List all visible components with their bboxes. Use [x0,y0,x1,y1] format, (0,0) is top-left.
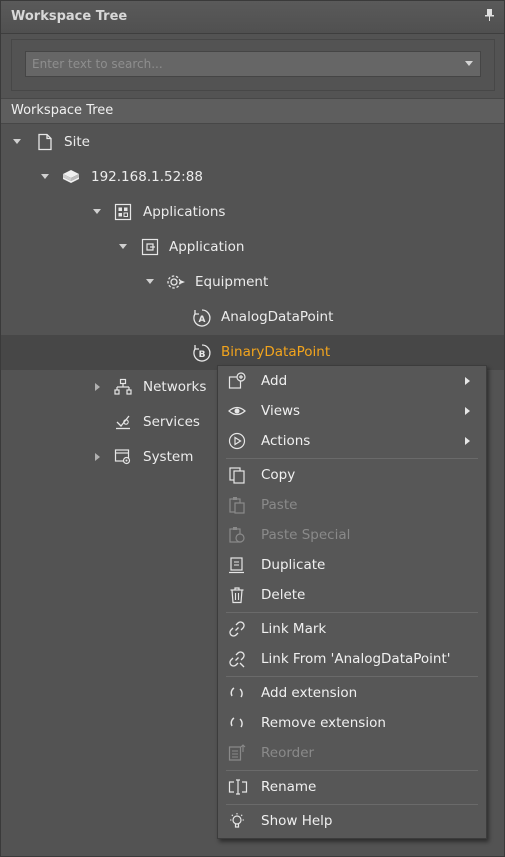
tree-item-equipment[interactable]: Equipment [1,265,504,300]
menu-item-label: Link Mark [261,621,327,637]
menu-item-label: Reorder [261,745,315,761]
submenu-arrow-icon [465,377,470,385]
link-icon [228,620,246,638]
system-icon [114,448,132,466]
lightbulb-icon [228,812,246,830]
eye-icon [228,402,246,420]
panel-title: Workspace Tree [11,9,128,24]
menu-item-paste[interactable]: Paste [218,490,486,520]
tree-item-label: 192.168.1.52:88 [91,169,203,185]
tree-item-label: BinaryDataPoint [221,344,331,360]
server-stack-icon [61,168,79,186]
tree-item-label: Applications [143,204,226,220]
add-icon [228,372,246,390]
tree-section-header: Workspace Tree [1,98,504,124]
tree-item-analog-data-point[interactable]: A AnalogDataPoint [1,300,504,335]
menu-item-label: Paste Special [261,527,351,543]
play-circle-icon [228,432,246,450]
menu-separator [226,458,478,459]
search-dropdown-icon[interactable] [465,61,473,66]
equipment-gear-icon [165,273,185,291]
expand-toggle-icon[interactable] [146,279,154,284]
svg-text:B: B [199,350,206,360]
submenu-arrow-icon [465,407,470,415]
expand-toggle-icon[interactable] [93,209,101,214]
svg-text:A: A [199,315,206,325]
binary-point-icon: B [192,343,211,362]
applications-grid-icon [114,203,132,221]
search-input[interactable] [26,52,462,76]
menu-item-paste-special[interactable]: Paste Special [218,520,486,550]
menu-item-label: Copy [261,467,296,483]
copy-icon [228,466,246,484]
extension-icon [228,684,246,702]
menu-item-label: Add [261,373,288,389]
section-header-label: Workspace Tree [11,103,114,118]
menu-item-label: Views [261,403,301,419]
link-from-icon [228,650,246,668]
menu-item-label: Duplicate [261,557,326,573]
menu-item-label: Actions [261,433,311,449]
menu-item-label: Rename [261,779,317,795]
paste-special-icon [228,526,246,544]
tree-item-applications[interactable]: Applications [1,195,504,230]
menu-item-add-extension[interactable]: Add extension [218,678,486,708]
tree-item-label: System [143,449,194,465]
menu-item-views[interactable]: Views [218,396,486,426]
expand-toggle-icon[interactable] [119,244,127,249]
menu-item-label: Link From 'AnalogDataPoint' [261,651,451,667]
expand-toggle-icon[interactable] [13,139,21,144]
expand-toggle-icon[interactable] [95,383,100,391]
expand-toggle-icon[interactable] [95,453,100,461]
tree-item-host[interactable]: 192.168.1.52:88 [1,160,504,195]
workspace-tree-panel: Workspace Tree Workspace Tree Site 192.1… [0,0,505,857]
search-box[interactable] [25,51,481,77]
menu-item-delete[interactable]: Delete [218,580,486,610]
context-menu: Add Views Actions Copy Paste Paste Speci… [217,365,487,839]
menu-item-link-from[interactable]: Link From 'AnalogDataPoint' [218,644,486,674]
menu-item-remove-extension[interactable]: Remove extension [218,708,486,738]
menu-item-label: Delete [261,587,306,603]
menu-item-copy[interactable]: Copy [218,460,486,490]
tree-item-label: Equipment [195,274,269,290]
tree-item-site[interactable]: Site [1,125,504,160]
analog-point-icon: A [192,308,211,327]
tree-item-application[interactable]: Application [1,230,504,265]
extension-icon [228,714,246,732]
menu-item-duplicate[interactable]: Duplicate [218,550,486,580]
menu-item-label: Paste [261,497,298,513]
application-icon [141,238,159,256]
menu-item-actions[interactable]: Actions [218,426,486,456]
tree-item-label: AnalogDataPoint [221,309,334,325]
menu-item-label: Show Help [261,813,333,829]
rename-icon [228,778,248,796]
menu-separator [226,804,478,805]
menu-separator [226,770,478,771]
expand-toggle-icon[interactable] [41,174,49,179]
tree-item-label: Networks [143,379,207,395]
submenu-arrow-icon [465,437,470,445]
menu-item-label: Remove extension [261,715,386,731]
menu-item-add[interactable]: Add [218,366,486,396]
menu-separator [226,612,478,613]
tree-item-label: Application [169,239,245,255]
menu-item-rename[interactable]: Rename [218,772,486,802]
menu-item-reorder[interactable]: Reorder [218,738,486,768]
network-icon [114,378,132,396]
reorder-icon [228,744,246,762]
menu-item-show-help[interactable]: Show Help [218,806,486,836]
duplicate-icon [228,556,246,574]
paste-icon [228,496,246,514]
tree-item-label: Site [64,134,90,150]
trash-icon [228,586,246,604]
page-icon [36,133,54,151]
panel-titlebar: Workspace Tree [1,1,504,34]
services-icon [114,413,132,431]
tree-item-label: Services [143,414,200,430]
menu-separator [226,676,478,677]
menu-item-link-mark[interactable]: Link Mark [218,614,486,644]
menu-item-label: Add extension [261,685,358,701]
pin-icon[interactable] [485,9,494,24]
